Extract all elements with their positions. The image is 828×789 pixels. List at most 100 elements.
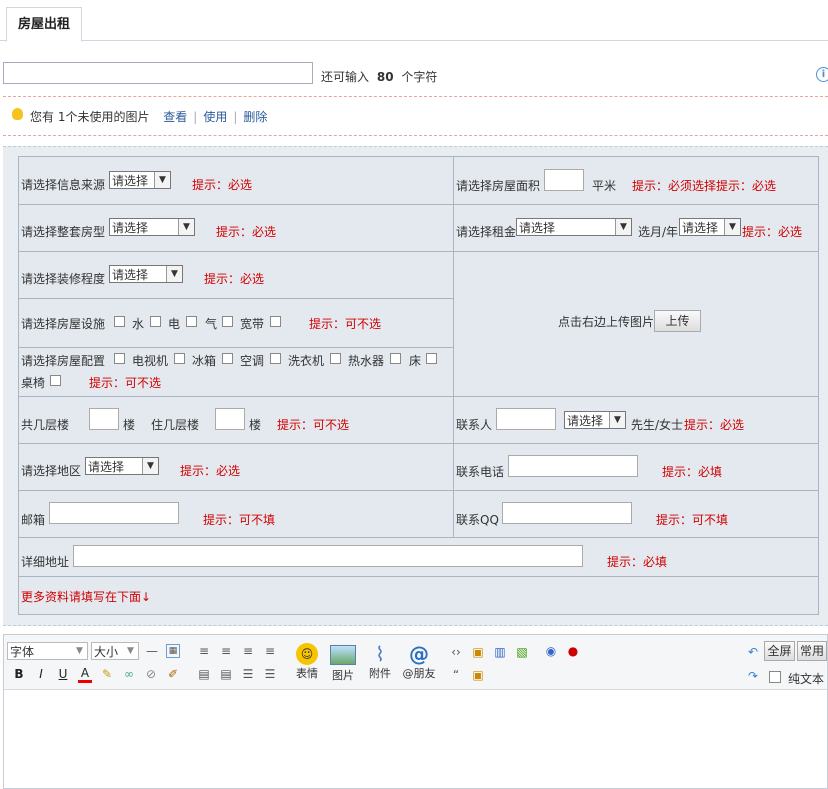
facility-gas-checkbox[interactable] [186,316,197,327]
float-right-icon[interactable]: ▤ [219,667,233,681]
facility-water-label: 水 [132,317,145,331]
decoration-hint: 提示：必选 [204,272,265,286]
email-input[interactable] [49,502,179,524]
rent-select[interactable]: 请选择 ▼ [516,218,632,236]
tab-house-rent[interactable]: 房屋出租 [6,7,82,42]
bold-icon[interactable]: B [12,667,26,681]
appliance-washer-checkbox[interactable] [270,353,281,364]
redo-icon[interactable]: ↷ [746,669,760,683]
page-icon[interactable]: ▥ [493,645,507,659]
view-link[interactable]: 查看 [163,110,187,124]
link-icon[interactable]: ∞ [122,667,136,681]
phone-input[interactable] [508,455,638,477]
facility-extra-checkbox[interactable] [270,316,281,327]
facility-water-checkbox[interactable] [114,316,125,327]
email-label: 邮箱 [21,513,46,527]
qq-hint: 提示：可不填 [656,513,729,527]
layout-select[interactable]: 请选择 ▼ [109,218,195,236]
rent-hint: 提示：必选 [742,225,803,239]
facilities-label: 请选择房屋设施 [21,317,106,331]
align-left-icon[interactable]: ≡ [197,644,211,658]
live-floor-input[interactable] [215,408,245,430]
title-input[interactable] [3,62,313,84]
chevron-down-icon: ▼ [154,172,170,188]
qq-icon[interactable]: ● [566,644,580,658]
quote-icon[interactable]: “ [449,668,463,682]
appliance-tv-checkbox[interactable] [114,353,125,364]
address-hint: 提示：必填 [607,555,668,569]
code-icon[interactable]: ‹› [449,645,463,659]
decoration-select[interactable]: 请选择 ▼ [109,265,183,283]
appliance-washer-label: 洗衣机 [288,354,325,368]
underline-icon[interactable]: U [56,667,70,681]
contact-title-select[interactable]: 请选择 ▼ [564,411,626,429]
appliances-label: 请选择房屋配置 [21,354,106,368]
unlink-icon[interactable]: ⊘ [144,667,158,681]
facility-gas-label: 气 [205,317,218,331]
contact-suffix: 先生/女士 [631,418,684,432]
chevron-down-icon: ▼ [76,646,83,656]
emoji-label: 表情 [296,667,318,680]
unused-images-text: 您有 1个未使用的图片 [30,110,150,124]
chevron-down-icon: ▼ [166,266,182,282]
appliance-desk-checkbox[interactable] [50,375,61,386]
more-info-note: 更多资料请填写在下面↓ [21,590,152,604]
appliance-extra-checkbox[interactable] [426,353,437,364]
facility-broadband-checkbox[interactable] [222,316,233,327]
total-floors-input[interactable] [89,408,119,430]
fullscreen-button[interactable]: 全屏 [764,641,795,661]
hide-icon[interactable]: ▣ [471,668,485,682]
mention-button[interactable]: @ @朋友 [401,643,437,681]
contact-input[interactable] [496,408,556,430]
chat-icon[interactable]: ◉ [544,644,558,658]
source-select[interactable]: 请选择 ▼ [109,171,171,189]
info-icon[interactable]: i [816,67,828,82]
appliance-ac-checkbox[interactable] [222,353,233,364]
undo-icon[interactable]: ↶ [746,645,760,659]
ordered-list-icon[interactable]: ☰ [241,667,255,681]
align-right-icon[interactable]: ≡ [241,644,255,658]
upload-button[interactable]: 上传 [654,310,701,332]
align-center-icon[interactable]: ≡ [219,644,233,658]
total-floors-unit: 楼 [123,418,136,432]
upload-text: 点击右边上传图片 [558,315,655,329]
common-button[interactable]: 常用 [797,641,827,661]
attach-button[interactable]: ⌇ 附件 [366,643,394,681]
horizontal-rule-icon[interactable]: — [145,644,159,658]
remaining-suffix: 个字符 [401,70,438,84]
unordered-list-icon[interactable]: ☰ [263,667,277,681]
use-link[interactable]: 使用 [203,110,227,124]
italic-icon[interactable]: I [34,667,48,681]
float-left-icon[interactable]: ▤ [197,667,211,681]
rent-period-select[interactable]: 请选择 ▼ [679,218,741,236]
chevron-down-icon: ▼ [127,646,134,656]
facility-electric-label: 电 [168,317,181,331]
appliance-bed-checkbox[interactable] [390,353,401,364]
delete-link[interactable]: 删除 [243,110,267,124]
area-input[interactable] [544,169,584,191]
table-icon[interactable]: ▦ [166,644,180,658]
clear-format-icon[interactable]: ✐ [166,667,180,681]
image-button[interactable]: 图片 [329,643,357,683]
emoji-button[interactable]: ☺ 表情 [293,643,321,681]
tab-bar [0,0,828,41]
align-justify-icon[interactable]: ≡ [263,644,277,658]
rent-period-label: 选月/年 [638,225,679,239]
appliance-heater-checkbox[interactable] [330,353,341,364]
contact-label: 联系人 [456,418,493,432]
qq-input[interactable] [502,502,632,524]
area-hint: 提示：必须选择提示：必选 [632,179,777,193]
appliances-hint: 提示：可不选 [89,376,162,390]
remaining-chars: 还可输入 80 个字符 [321,68,437,85]
lock-icon[interactable]: ▣ [471,645,485,659]
region-select[interactable]: 请选择 ▼ [85,457,159,475]
highlight-icon[interactable]: ✎ [100,667,114,681]
flash-icon[interactable]: ▧ [515,645,529,659]
size-select[interactable]: 大小 ▼ [91,642,139,660]
facility-electric-checkbox[interactable] [150,316,161,327]
plain-text-checkbox[interactable] [769,671,781,683]
font-color-icon[interactable]: A [78,666,92,683]
appliance-fridge-checkbox[interactable] [174,353,185,364]
font-select[interactable]: 字体 ▼ [7,642,88,660]
address-input[interactable] [73,545,583,567]
